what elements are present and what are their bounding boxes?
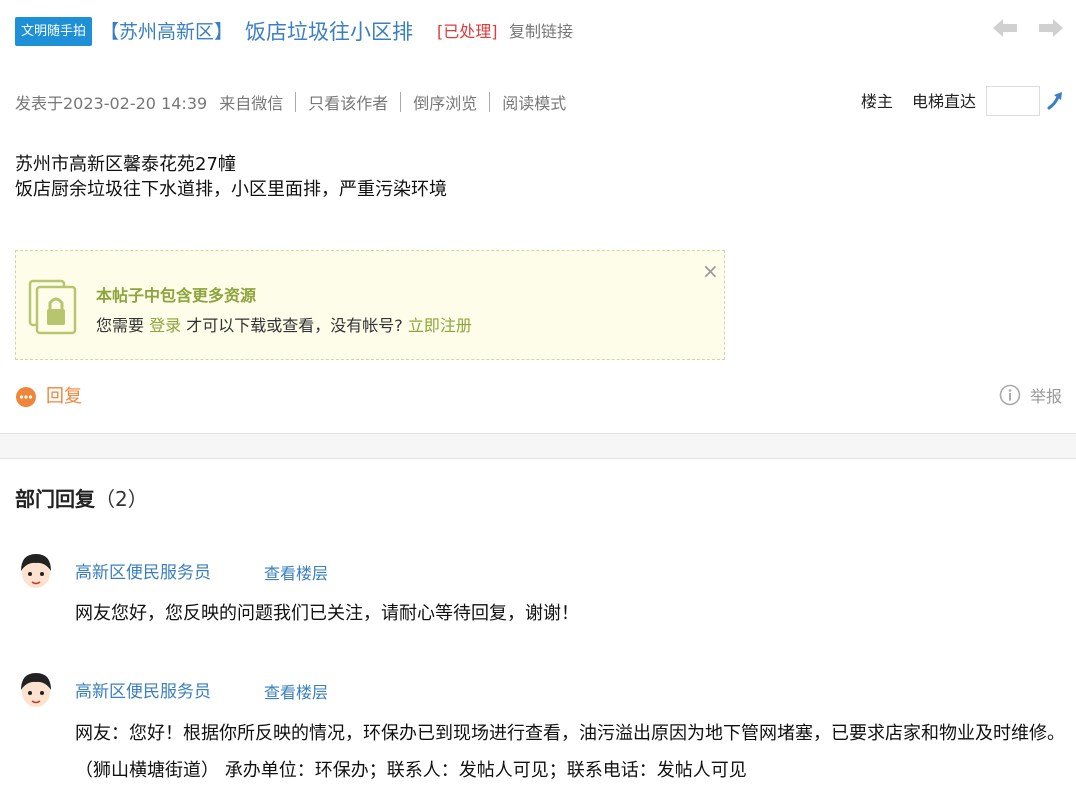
reply-label: 回复 [46,386,82,407]
reply-author[interactable]: 高新区便民服务员 [75,680,211,704]
login-link[interactable]: 登录 [149,316,181,335]
view-floor-link[interactable]: 查看楼层 [264,681,328,705]
section-divider [0,433,1076,459]
divider [489,92,491,112]
divider [295,92,297,112]
replies-title: 部门回复（2） [15,484,148,514]
lock-icon [28,279,77,335]
replies-heading: 部门回复 [15,487,95,511]
resource-message: 您需要 登录 才可以下载或查看，没有帐号? 立即注册 [96,314,472,338]
register-link[interactable]: 立即注册 [408,316,472,335]
view-floor-link[interactable]: 查看楼层 [264,562,328,586]
resource-prefix: 您需要 [96,316,145,335]
resource-middle: 才可以下载或查看，没有帐号? [186,316,403,335]
region-link[interactable]: 【苏州高新区】 [100,18,233,46]
category-badge[interactable]: 文明随手拍 [15,17,93,46]
floor-input[interactable] [986,86,1040,116]
post-meta: 发表于2023-02-20 14:39 来自微信 只看该作者 倒序浏览 阅读模式 [15,90,566,114]
post-line: 苏州市高新区馨泰花苑27幢 [15,154,236,175]
reply-text: 网友您好，您反映的问题我们已关注，请耐心等待回复，谢谢！ [75,603,579,624]
report-label: 举报 [1030,387,1063,406]
arrow-left-icon[interactable] [991,16,1019,40]
avatar[interactable] [17,670,55,710]
copy-link-button[interactable]: 复制链接 [509,20,573,44]
author-only-link[interactable]: 只看该作者 [308,90,388,114]
reply-bubble-icon [16,387,36,407]
reply-button[interactable]: 回复 [15,383,82,411]
close-icon[interactable]: × [702,259,719,283]
status-badge: [已处理] [437,22,498,41]
divider [400,92,402,112]
post-content: 苏州市高新区馨泰花苑27幢 饭店厨余垃圾往下水道排，小区里面排，严重污染环境 [15,152,447,202]
go-icon[interactable] [1045,88,1067,112]
report-button[interactable]: 举报 [999,382,1062,408]
replies-count: （2） [95,487,148,511]
post-source: 来自微信 [219,94,284,113]
reverse-order-link[interactable]: 倒序浏览 [413,90,477,114]
post-title: 饭店垃圾往小区排 [245,20,413,44]
resource-title: 本帖子中包含更多资源 [96,286,257,305]
resource-notice: 本帖子中包含更多资源 您需要 登录 才可以下载或查看，没有帐号? 立即注册 × [15,250,725,360]
read-mode-link[interactable]: 阅读模式 [502,90,566,114]
info-icon [999,384,1021,406]
elevator-label: 电梯直达 [912,92,977,111]
post-date: 发表于2023-02-20 14:39 [15,94,208,113]
post-line: 饭店厨余垃圾往下水道排，小区里面排，严重污染环境 [15,179,447,200]
floor-label-owner: 楼主 [861,92,894,111]
reply-author[interactable]: 高新区便民服务员 [75,561,211,585]
avatar[interactable] [17,551,55,591]
arrow-right-icon[interactable] [1037,16,1065,40]
reply-text: 网友：您好！根据你所反映的情况，环保办已到现场进行查看，油污溢出原因为地下管网堵… [75,723,1065,781]
